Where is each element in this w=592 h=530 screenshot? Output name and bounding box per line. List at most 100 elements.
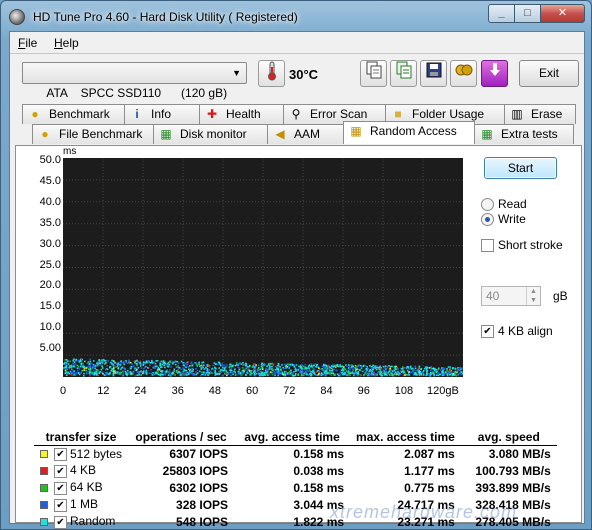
exit-button[interactable]: Exit: [519, 60, 579, 87]
transfer-size-cell: ✔ 64 KB: [34, 479, 128, 496]
table-row: ✔ 512 bytes 6307 IOPS 0.158 ms 2.087 ms 3.080…: [34, 445, 557, 462]
menu-file[interactable]: File: [18, 36, 37, 50]
x-tick-label: 24: [134, 385, 147, 397]
extra-tests-icon: ▦: [481, 127, 493, 141]
transfer-size-cell: ✔ 1 MB: [34, 496, 128, 513]
series-checkbox[interactable]: ✔: [54, 464, 67, 478]
table-row: ✔ 4 KB 25803 IOPS 0.038 ms 1.177 ms 100.793 M…: [34, 462, 557, 479]
x-tick-label: 60: [246, 385, 259, 397]
max-access-cell: 1.177 ms: [404, 463, 455, 478]
tab-label: File Benchmark: [59, 127, 143, 141]
x-tick-label: 84: [320, 385, 333, 397]
series-color-swatch: [40, 484, 48, 493]
tab-aam[interactable]: ◀ AAM: [267, 124, 344, 144]
series-checkbox[interactable]: ✔: [54, 447, 67, 461]
tab-label: Disk monitor: [180, 127, 247, 141]
app-icon: [9, 9, 25, 25]
series-checkbox[interactable]: ✔: [54, 498, 67, 512]
copy-all-icon[interactable]: [390, 60, 417, 87]
align-checkbox[interactable]: ✔: [481, 325, 494, 338]
thermometer-icon[interactable]: [258, 60, 285, 87]
series-color-swatch: [40, 501, 48, 510]
column-header: transfer size: [34, 429, 129, 446]
tab-label: AAM: [294, 127, 321, 141]
tab-info[interactable]: i Info: [124, 104, 200, 124]
chevron-down-icon: ▼: [232, 68, 241, 78]
x-tick-label: 72: [283, 385, 296, 397]
tab-benchmark[interactable]: ● Benchmark: [22, 104, 125, 124]
avg-access-cell: 0.158 ms: [293, 480, 345, 495]
app-window: HD Tune Pro 4.60 - Hard Disk Utility ( R…: [0, 0, 592, 530]
tab-label: Health: [226, 107, 261, 121]
short-stroke-checkbox[interactable]: [481, 239, 494, 252]
avg-access-cell: 0.038 ms: [293, 463, 345, 478]
trash-icon: ▥: [511, 107, 523, 121]
tab-health[interactable]: ✚ Health: [199, 104, 284, 124]
close-button[interactable]: ✕: [540, 4, 585, 23]
screenshot-icon[interactable]: [450, 60, 477, 87]
magnifier-icon: ⚲: [291, 107, 301, 121]
graph-svg: [63, 158, 464, 377]
avg-access-cell: 0.158 ms: [293, 446, 345, 461]
tab-random-access[interactable]: ▦ Random Access: [343, 121, 475, 144]
stepper-arrows-icon[interactable]: ▲ ▼: [526, 287, 540, 305]
table-header-row: transfer size operations / sec avg. acce…: [34, 429, 557, 446]
random-access-icon: ▦: [350, 124, 362, 138]
column-header: operations / sec: [128, 429, 235, 446]
transfer-size-cell: ✔ 4 KB: [34, 462, 128, 479]
write-label: Write: [498, 212, 526, 226]
x-tick-label: 108: [394, 385, 414, 397]
lightbulb-icon: ●: [31, 107, 39, 121]
x-tick-label: 36: [171, 385, 184, 397]
disk-monitor-icon: ▦: [160, 127, 172, 141]
y-tick-label: 5.00: [39, 342, 61, 355]
y-tick-label: 10.0: [39, 321, 61, 334]
avg-speed-cell: 100.793 MB/s: [475, 463, 551, 478]
transfer-size-cell: ✔ 512 bytes: [34, 445, 128, 462]
download-icon[interactable]: [481, 60, 508, 87]
tab-erase[interactable]: ▥ Erase: [504, 104, 576, 124]
transfer-size-label: 1 MB: [70, 497, 99, 512]
transfer-size-label: 512 bytes: [70, 446, 123, 461]
ops-cell: 25803 IOPS: [162, 463, 229, 478]
tab-label: Erase: [531, 107, 563, 121]
read-label: Read: [498, 197, 527, 211]
y-tick-label: 25.0: [39, 258, 61, 271]
transfer-size-label: 64 KB: [70, 480, 103, 495]
x-tick-label: 0: [60, 385, 67, 397]
tab-disk-monitor[interactable]: ▦ Disk monitor: [153, 124, 268, 144]
write-radio[interactable]: [481, 213, 494, 226]
save-icon[interactable]: [420, 60, 447, 87]
tab-extra-tests[interactable]: ▦ Extra tests: [474, 124, 574, 144]
info-icon: i: [135, 107, 139, 121]
stroke-unit-label: gB: [553, 289, 568, 303]
file-benchmark-icon: ●: [41, 127, 49, 141]
title-bar[interactable]: HD Tune Pro 4.60 - Hard Disk Utility ( R…: [1, 1, 591, 31]
max-access-cell: 0.775 ms: [404, 480, 455, 495]
minimize-button[interactable]: _: [488, 4, 515, 23]
temperature-readout: 30°C: [289, 67, 319, 82]
y-tick-label: 20.0: [39, 279, 61, 292]
series-checkbox[interactable]: ✔: [54, 515, 67, 529]
series-checkbox[interactable]: ✔: [54, 481, 67, 495]
transfer-size-cell: ✔ Random: [34, 513, 128, 530]
column-header: max. access time: [350, 429, 461, 446]
x-tick-label: 48: [208, 385, 222, 397]
y-tick-label: 30.0: [39, 237, 61, 250]
stroke-size-stepper[interactable]: 40 ▲ ▼: [481, 286, 541, 306]
stroke-size-value: 40: [486, 289, 500, 303]
max-access-cell: 2.087 ms: [404, 446, 455, 461]
drive-select[interactable]: ATA SPCC SSD110 (120 gB) ▼: [22, 62, 247, 100]
ops-cell: 6302 IOPS: [169, 480, 229, 495]
x-tick-label: 120gB: [427, 385, 459, 397]
maximize-button[interactable]: □: [514, 4, 541, 23]
tab-label: Folder Usage: [412, 107, 485, 121]
tab-file-benchmark[interactable]: ● File Benchmark: [32, 124, 154, 144]
y-tick-label: 40.0: [39, 195, 61, 208]
copy-icon[interactable]: [360, 60, 387, 87]
column-header: avg. access time: [234, 429, 351, 446]
start-button[interactable]: Start: [484, 157, 557, 179]
menu-help[interactable]: Help: [54, 36, 79, 50]
x-tick-label: 12: [97, 385, 110, 397]
read-radio[interactable]: [481, 198, 494, 211]
